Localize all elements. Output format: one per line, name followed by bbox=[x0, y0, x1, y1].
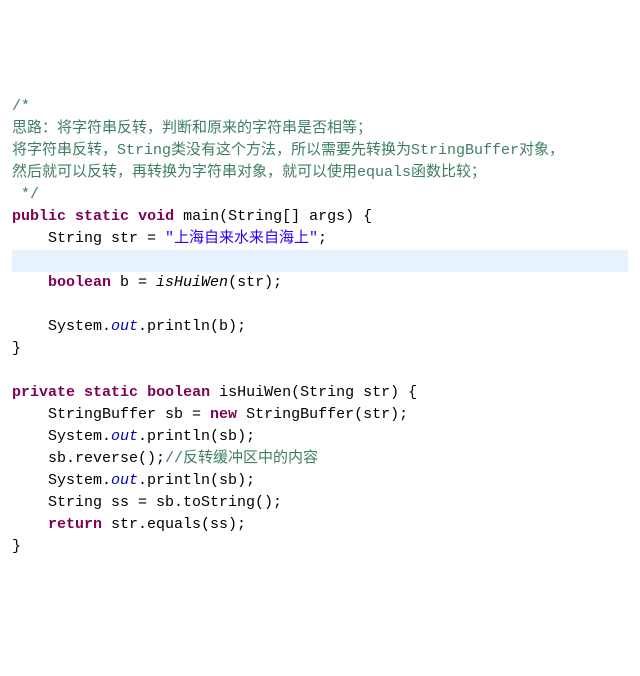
code-token bbox=[66, 208, 75, 225]
code-token: /* bbox=[12, 98, 30, 115]
code-token: boolean bbox=[48, 274, 111, 291]
code-token: out bbox=[111, 318, 138, 335]
code-line: private static boolean isHuiWen(String s… bbox=[12, 382, 628, 404]
code-token bbox=[138, 384, 147, 401]
code-token: public bbox=[12, 208, 66, 225]
code-line: public static void main(String[] args) { bbox=[12, 206, 628, 228]
code-line: System.out.println(sb); bbox=[12, 470, 628, 492]
code-token: */ bbox=[12, 186, 39, 203]
code-token: System. bbox=[12, 318, 111, 335]
code-line: */ bbox=[12, 184, 628, 206]
code-token bbox=[12, 252, 48, 269]
code-token: (str); bbox=[228, 274, 282, 291]
code-line: StringBuffer sb = new StringBuffer(str); bbox=[12, 404, 628, 426]
code-token: StringBuffer(str); bbox=[237, 406, 408, 423]
code-line: boolean b = isHuiWen(str); bbox=[12, 272, 628, 294]
code-token: .println(sb); bbox=[138, 472, 255, 489]
code-token: sb.reverse(); bbox=[12, 450, 165, 467]
code-token: } bbox=[12, 538, 21, 555]
code-token: StringBuffer sb = bbox=[12, 406, 210, 423]
code-token: out bbox=[111, 472, 138, 489]
code-token: String ss = sb.toString(); bbox=[12, 494, 282, 511]
code-line: 然后就可以反转，再转换为字符串对象，就可以使用equals函数比较； bbox=[12, 162, 628, 184]
code-line: sb.reverse();//反转缓冲区中的内容 bbox=[12, 448, 628, 470]
code-line bbox=[12, 360, 628, 382]
code-token: //反转缓冲区中的内容 bbox=[165, 450, 318, 467]
code-token: ; bbox=[318, 230, 327, 247]
code-line: System.out.println(b); bbox=[12, 316, 628, 338]
code-token: 然后就可以反转，再转换为字符串对象，就可以使用equals函数比较； bbox=[12, 164, 486, 181]
code-token bbox=[12, 516, 48, 533]
code-token: boolean bbox=[147, 384, 210, 401]
code-token bbox=[129, 208, 138, 225]
code-token: System. bbox=[12, 428, 111, 445]
code-token: void bbox=[138, 208, 174, 225]
code-token: } bbox=[12, 340, 21, 357]
code-line: System.out.println(sb); bbox=[12, 426, 628, 448]
code-line: } bbox=[12, 536, 628, 558]
code-editor-content: /* 思路：将字符串反转，判断和原来的字符串是否相等； 将字符串反转，String类… bbox=[12, 96, 628, 558]
code-token: out bbox=[111, 428, 138, 445]
code-token: private bbox=[12, 384, 75, 401]
code-token: 将字符串反转，String类没有这个方法，所以需要先转换为StringBuffe… bbox=[12, 142, 564, 159]
code-token: new bbox=[210, 406, 237, 423]
code-token: static bbox=[84, 384, 138, 401]
code-token: isHuiWen(String str) { bbox=[210, 384, 417, 401]
code-line: String str = "上海自来水来自海上"; bbox=[12, 228, 628, 250]
code-token: static bbox=[75, 208, 129, 225]
code-line bbox=[12, 294, 628, 316]
code-token: b = bbox=[111, 274, 156, 291]
code-token: String str = bbox=[12, 230, 165, 247]
code-token: main(String[] args) { bbox=[174, 208, 372, 225]
code-token: .println(b); bbox=[138, 318, 246, 335]
code-token: return bbox=[48, 516, 102, 533]
code-line: String ss = sb.toString(); bbox=[12, 492, 628, 514]
code-token: .println(sb); bbox=[138, 428, 255, 445]
code-line: } bbox=[12, 338, 628, 360]
code-line: 将字符串反转，String类没有这个方法，所以需要先转换为StringBuffe… bbox=[12, 140, 628, 162]
code-token bbox=[75, 384, 84, 401]
code-token bbox=[12, 274, 48, 291]
code-token: isHuiWen bbox=[156, 274, 228, 291]
code-line: return str.equals(ss); bbox=[12, 514, 628, 536]
code-token: "上海自来水来自海上" bbox=[165, 230, 318, 247]
code-token: System. bbox=[12, 472, 111, 489]
code-line bbox=[12, 250, 628, 272]
code-token: 思路：将字符串反转，判断和原来的字符串是否相等； bbox=[12, 120, 372, 137]
code-line: /* bbox=[12, 96, 628, 118]
code-line: 思路：将字符串反转，判断和原来的字符串是否相等； bbox=[12, 118, 628, 140]
code-token: str.equals(ss); bbox=[102, 516, 246, 533]
